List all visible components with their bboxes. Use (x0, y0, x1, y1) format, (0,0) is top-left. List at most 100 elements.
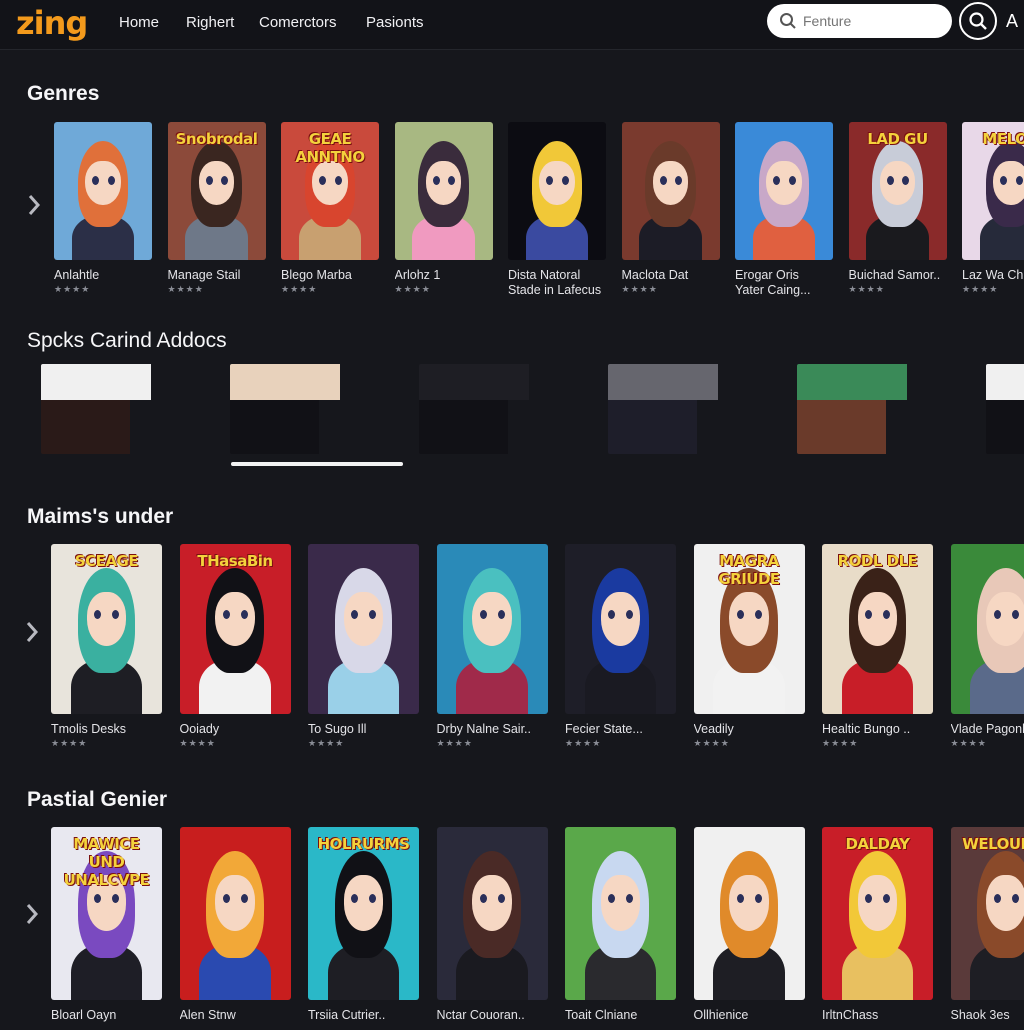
search-box[interactable] (767, 4, 952, 38)
card-title[interactable]: Nctar Couoran.. (437, 1008, 548, 1022)
card-title[interactable]: Shaok 3es (951, 1008, 1024, 1022)
poster-image[interactable]: RODL DLE (822, 544, 933, 714)
poster-image[interactable]: GEAE ANNTNO (281, 122, 379, 260)
poster-card[interactable] (230, 364, 402, 454)
poster-image[interactable] (694, 827, 805, 1000)
poster-image[interactable] (308, 544, 419, 714)
language-toggle[interactable]: A (1006, 11, 1018, 32)
poster-card[interactable]: MAWICE UND UNALCVPE Bloarl Oayn (51, 827, 162, 1030)
poster-card[interactable]: SnobrodalManage Stail★★★★ (168, 122, 266, 316)
nav-righert[interactable]: Righert (186, 14, 234, 31)
card-title[interactable]: Veadily (694, 722, 805, 736)
poster-card[interactable]: DALDAY IrltnChass (822, 827, 933, 1030)
poster-image[interactable]: SCEAGE (51, 544, 162, 714)
poster-card[interactable]: MELOOLaz Wa Chi★★★★ (962, 122, 1024, 316)
poster-image[interactable]: THasaBin (180, 544, 291, 714)
poster-image[interactable]: DALDAY (822, 827, 933, 1000)
poster-card[interactable]: Erogar OrisYater Caing... (735, 122, 833, 316)
poster-image[interactable]: Snobrodal (168, 122, 266, 260)
poster-image[interactable]: HOLRURMS (308, 827, 419, 1000)
poster-card[interactable]: RODL DLEHealtic Bungo ..★★★★ (822, 544, 933, 754)
poster-image[interactable] (41, 364, 213, 454)
poster-image[interactable] (622, 122, 720, 260)
nav-pasionts[interactable]: Pasionts (366, 14, 424, 31)
poster-card[interactable] (986, 364, 1024, 454)
card-title[interactable]: Tmolis Desks (51, 722, 162, 736)
poster-card[interactable]: Arlohz 1★★★★ (395, 122, 493, 316)
poster-title-text: DALDAY (826, 835, 929, 853)
card-title[interactable]: Vlade Pagonl (951, 722, 1024, 736)
poster-card[interactable]: WELOUHIN Shaok 3es (951, 827, 1024, 1030)
poster-card[interactable]: SCEAGETmolis Desks★★★★ (51, 544, 162, 754)
poster-card[interactable]: Drby Nalne Sair..★★★★ (437, 544, 548, 754)
poster-card[interactable]: Dista NatoralStade in Lafecus (508, 122, 606, 316)
card-title[interactable]: Bloarl Oayn (51, 1008, 162, 1022)
poster-card[interactable]: Vlade Pagonl★★★★ (951, 544, 1024, 754)
poster-image[interactable]: LAD GU (849, 122, 947, 260)
poster-card[interactable]: To Sugo Ill★★★★ (308, 544, 419, 754)
poster-card[interactable]: LAD GUBuichad Samor..★★★★ (849, 122, 947, 316)
poster-image[interactable] (437, 827, 548, 1000)
nav-home[interactable]: Home (119, 14, 159, 31)
poster-image[interactable]: MAWICE UND UNALCVPE (51, 827, 162, 1000)
card-title[interactable]: To Sugo Ill (308, 722, 419, 736)
poster-image[interactable]: BOLLIBS (797, 364, 969, 454)
poster-image[interactable] (951, 544, 1024, 714)
card-title[interactable]: Blego Marba (281, 268, 379, 282)
card-title[interactable]: IrltnChass (822, 1008, 933, 1022)
poster-card[interactable]: GEAE ANNTNOBlego Marba★★★★ (281, 122, 379, 316)
poster-card[interactable]: Ollhienice (694, 827, 805, 1030)
poster-card[interactable]: Nctar Couoran.. (437, 827, 548, 1030)
poster-image[interactable] (395, 122, 493, 260)
poster-card[interactable]: THasaBinOoiady★★★★ (180, 544, 291, 754)
poster-image[interactable] (986, 364, 1024, 454)
poster-image[interactable] (608, 364, 780, 454)
poster-image[interactable]: MAGRA GRIUDE (694, 544, 805, 714)
chevron-left-icon[interactable] (23, 901, 41, 927)
card-title[interactable]: Arlohz 1 (395, 268, 493, 282)
card-title[interactable]: Trsiia Cutrier.. (308, 1008, 419, 1022)
poster-card[interactable]: Maclota Dat★★★★ (622, 122, 720, 316)
card-title[interactable]: Buichad Samor.. (849, 268, 947, 282)
poster-image[interactable] (54, 122, 152, 260)
card-title[interactable]: Drby Nalne Sair.. (437, 722, 548, 736)
poster-card[interactable]: HOLRURMS Trsiia Cutrier.. (308, 827, 419, 1030)
poster-card[interactable]: Toait Clniane (565, 827, 676, 1030)
card-title[interactable]: Manage Stail (168, 268, 266, 282)
nav-comerctors[interactable]: Comerctors (259, 14, 337, 31)
card-title[interactable]: Maclota Dat (622, 268, 720, 282)
poster-image[interactable] (565, 544, 676, 714)
card-title[interactable]: Laz Wa Chi (962, 268, 1024, 282)
card-title[interactable]: Dista Natoral (508, 268, 606, 282)
poster-card[interactable] (608, 364, 780, 454)
card-title[interactable]: Ollhienice (694, 1008, 805, 1022)
search-button[interactable] (959, 2, 997, 40)
app-logo[interactable]: zing (16, 4, 87, 42)
poster-image[interactable] (437, 544, 548, 714)
poster-image[interactable]: MELOO (962, 122, 1024, 260)
poster-card[interactable] (41, 364, 213, 454)
poster-image[interactable] (230, 364, 402, 454)
poster-card[interactable]: Anlahtle★★★★ (54, 122, 152, 316)
card-title[interactable]: Fecier State... (565, 722, 676, 736)
chevron-left-icon[interactable] (25, 192, 43, 218)
poster-card[interactable]: Alen Stnw (180, 827, 291, 1030)
card-title[interactable]: Healtic Bungo .. (822, 722, 933, 736)
poster-image[interactable]: WELOUHIN (951, 827, 1024, 1000)
poster-image[interactable] (419, 364, 591, 454)
card-title[interactable]: Alen Stnw (180, 1008, 291, 1022)
card-title[interactable]: Toait Clniane (565, 1008, 676, 1022)
poster-card[interactable]: BOLLIBS (797, 364, 969, 454)
card-title[interactable]: Erogar Oris (735, 268, 833, 282)
search-input[interactable] (803, 10, 943, 32)
poster-image[interactable] (735, 122, 833, 260)
chevron-left-icon[interactable] (23, 619, 41, 645)
poster-card[interactable]: Fecier State...★★★★ (565, 544, 676, 754)
poster-card[interactable] (419, 364, 591, 454)
poster-card[interactable]: MAGRA GRIUDEVeadily★★★★ (694, 544, 805, 754)
poster-image[interactable] (180, 827, 291, 1000)
card-title[interactable]: Anlahtle (54, 268, 152, 282)
poster-image[interactable] (508, 122, 606, 260)
poster-image[interactable] (565, 827, 676, 1000)
card-title[interactable]: Ooiady (180, 722, 291, 736)
